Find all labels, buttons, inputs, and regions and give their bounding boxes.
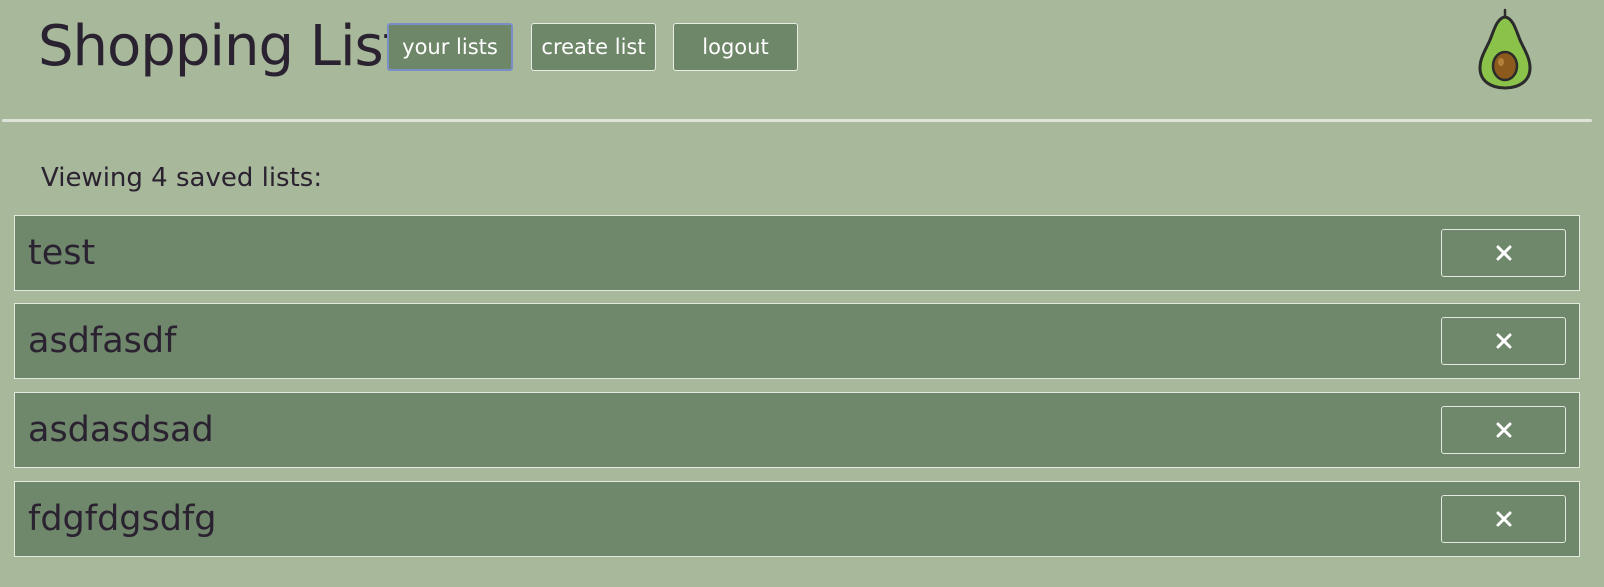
list-item[interactable]: asdasdsad xyxy=(14,392,1580,468)
delete-list-button[interactable] xyxy=(1441,406,1566,454)
lists-summary: Viewing 4 saved lists: xyxy=(41,163,323,193)
list-item[interactable]: fdgfdgsdfg xyxy=(14,481,1580,557)
close-icon xyxy=(1496,245,1511,261)
logout-button[interactable]: logout xyxy=(673,23,798,71)
close-icon xyxy=(1496,511,1511,527)
your-lists-button[interactable]: your lists xyxy=(387,23,513,71)
header-divider xyxy=(2,119,1592,122)
delete-list-button[interactable] xyxy=(1441,495,1566,543)
app-header: Shopping List your lists create list log… xyxy=(0,0,1604,123)
app-title: Shopping List xyxy=(38,14,405,79)
list-item[interactable]: asdfasdf xyxy=(14,303,1580,379)
delete-list-button[interactable] xyxy=(1441,229,1566,277)
avocado-icon xyxy=(1478,8,1532,90)
create-list-button[interactable]: create list xyxy=(531,23,656,71)
delete-list-button[interactable] xyxy=(1441,317,1566,365)
list-item[interactable]: test xyxy=(14,215,1580,291)
list-item-name: asdasdsad xyxy=(28,410,214,450)
close-icon xyxy=(1496,333,1511,349)
list-item-name: test xyxy=(28,233,96,273)
close-icon xyxy=(1496,422,1511,438)
list-item-name: asdfasdf xyxy=(28,321,177,361)
list-item-name: fdgfdgsdfg xyxy=(28,499,217,539)
